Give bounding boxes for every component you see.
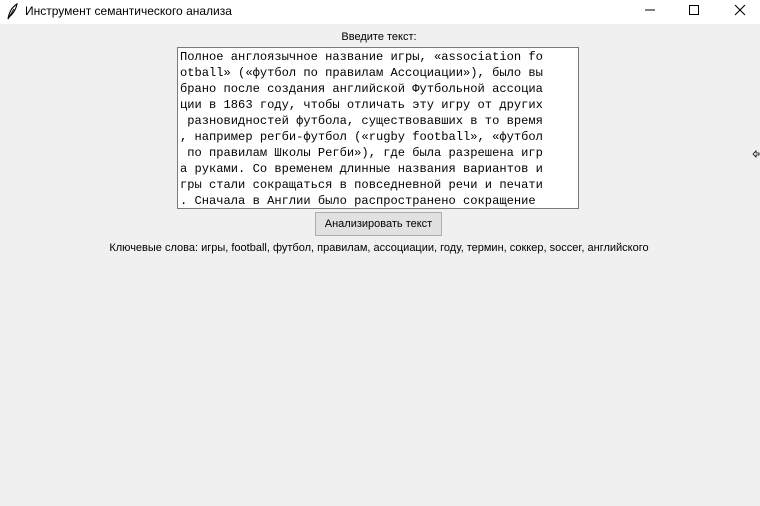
maximize-button[interactable] (674, 0, 714, 24)
window-title: Инструмент семантического анализа (25, 4, 232, 18)
minimize-button[interactable] (630, 0, 670, 24)
text-input-area[interactable]: Полное англоязычное название игры, «asso… (177, 47, 579, 209)
text-line: . Сначала в Англии было распространено с… (180, 194, 543, 208)
text-line: а руками. Со временем длинные названия в… (180, 162, 543, 176)
keywords-result: Ключевые слова: игры, football, футбол, … (109, 242, 649, 254)
minimize-icon (644, 3, 656, 21)
text-line: брано после создания английской Футбольн… (180, 82, 543, 96)
input-label: Введите текст: (341, 31, 417, 43)
text-line: Полное англоязычное название игры, «asso… (180, 50, 543, 64)
maximize-icon (688, 3, 700, 21)
text-line: по правилам Школы Регби»), где была разр… (180, 146, 543, 160)
analyze-text-button[interactable]: Анализировать текст (315, 212, 442, 236)
text-line: otball» («футбол по правилам Ассоциации»… (180, 66, 543, 80)
text-line: разновидностей футбола, существовавших в… (180, 114, 543, 128)
title-bar[interactable]: Инструмент семантического анализа (0, 0, 760, 24)
feather-icon (5, 2, 19, 20)
resize-cursor-icon (752, 147, 760, 159)
close-icon (734, 3, 746, 21)
text-line: гры стали сокращаться в повседневной реч… (180, 178, 543, 192)
text-line: ции в 1863 году, чтобы отличать эту игру… (180, 98, 543, 112)
close-button[interactable] (720, 0, 760, 24)
text-line: , например регби-футбол («rugby football… (180, 130, 543, 144)
